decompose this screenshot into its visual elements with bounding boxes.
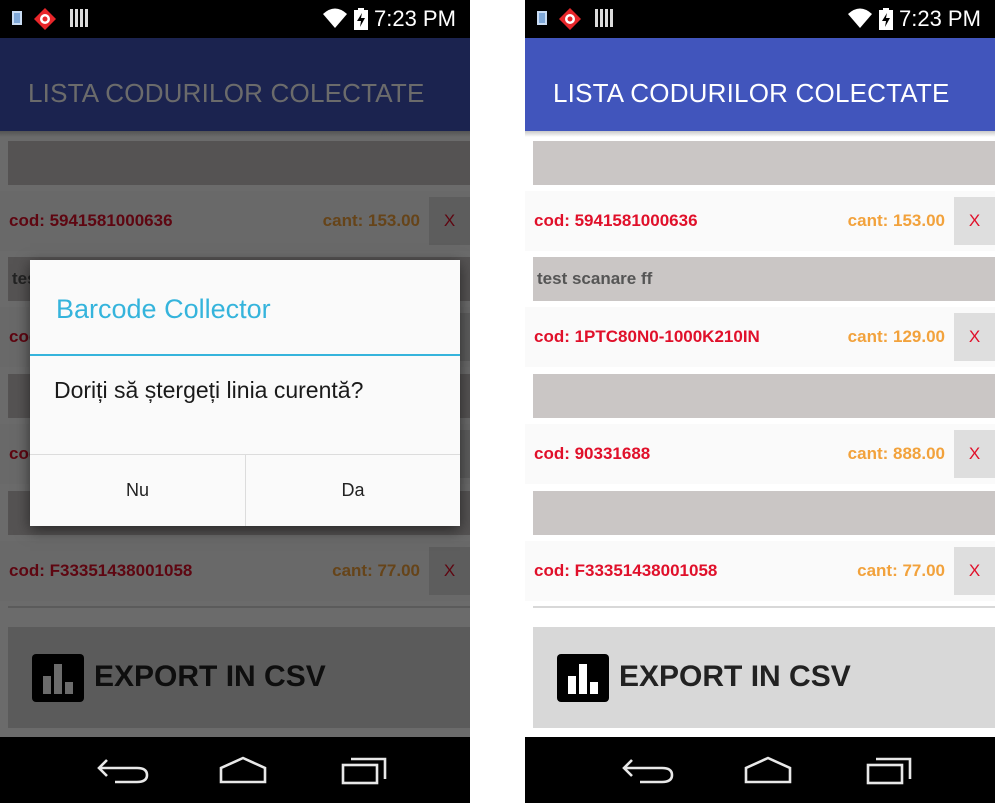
- list-item[interactable]: cod: F33351438001058 cant: 77.00 X: [525, 541, 995, 601]
- list-item[interactable]: cod: 5941581000636 cant: 153.00 X: [525, 191, 995, 251]
- item-quantity: cant: 153.00: [847, 211, 945, 230]
- app-bar: LISTA CODURILOR COLECTATE: [525, 38, 995, 131]
- clock: 7:23 PM: [374, 6, 456, 31]
- clock: 7:23 PM: [899, 6, 981, 31]
- recent-apps-icon[interactable]: [337, 755, 393, 785]
- home-icon[interactable]: [215, 755, 271, 785]
- item-code: cod: 1PTC80N0-1000K210IN: [534, 327, 760, 346]
- item-code: cod: 90331688: [534, 444, 651, 463]
- back-icon[interactable]: [95, 755, 151, 785]
- navigation-bar: [525, 737, 995, 803]
- item-quantity: cant: 77.00: [857, 561, 945, 580]
- home-icon[interactable]: [740, 755, 796, 785]
- wifi-icon: [848, 8, 872, 28]
- delete-item-button[interactable]: X: [954, 313, 995, 361]
- wifi-icon: [323, 8, 347, 28]
- app-notification-icon: [34, 8, 56, 30]
- dialog-title: Barcode Collector: [56, 294, 271, 324]
- list-item[interactable]: cod: 1PTC80N0-1000K210IN cant: 129.00 X: [525, 307, 995, 367]
- sim-icon: [537, 11, 547, 25]
- page-title: LISTA CODURILOR COLECTATE: [553, 78, 950, 108]
- sim-icon: [12, 11, 22, 25]
- app-bar-shadow: [525, 131, 995, 137]
- item-code: cod: F33351438001058: [534, 561, 718, 580]
- dialog-yes-button[interactable]: Da: [245, 455, 460, 526]
- export-csv-label: EXPORT IN CSV: [619, 660, 851, 693]
- export-csv-button[interactable]: EXPORT IN CSV: [533, 627, 995, 728]
- item-note[interactable]: [533, 374, 995, 418]
- item-quantity: cant: 888.00: [847, 444, 945, 463]
- barcode-notification-icon: [595, 9, 613, 27]
- status-bar: 7:23 PM: [0, 0, 470, 38]
- item-note-text: test scanare ff: [537, 269, 653, 288]
- navigation-bar: [0, 737, 470, 803]
- app-notification-icon: [559, 8, 581, 30]
- item-note[interactable]: [533, 141, 995, 185]
- item-note[interactable]: [533, 491, 995, 535]
- dialog-title-divider: [30, 354, 460, 356]
- phone-screen-dialog: 7:23 PM LISTA CODURILOR COLECTATE cod: 5…: [0, 0, 470, 803]
- delete-item-button[interactable]: X: [954, 547, 995, 595]
- recent-apps-icon[interactable]: [862, 755, 918, 785]
- item-quantity: cant: 129.00: [847, 327, 945, 346]
- item-code: cod: 5941581000636: [534, 211, 698, 230]
- list-divider: [533, 606, 995, 608]
- battery-charging-icon: [354, 8, 368, 30]
- dialog-message: Doriți să ștergeți linia curentă?: [54, 377, 364, 403]
- phone-screen-list: 7:23 PM LISTA CODURILOR COLECTATE cod: 5…: [525, 0, 995, 803]
- delete-item-button[interactable]: X: [954, 430, 995, 478]
- bar-chart-icon: [557, 654, 609, 702]
- status-bar: 7:23 PM: [525, 0, 995, 38]
- dialog-no-button[interactable]: Nu: [30, 455, 245, 526]
- list-item[interactable]: cod: 90331688 cant: 888.00 X: [525, 424, 995, 484]
- barcode-notification-icon: [70, 9, 88, 27]
- delete-item-button[interactable]: X: [954, 197, 995, 245]
- battery-charging-icon: [879, 8, 893, 30]
- confirm-delete-dialog: Barcode Collector Doriți să ștergeți lin…: [30, 260, 460, 526]
- back-icon[interactable]: [620, 755, 676, 785]
- item-note[interactable]: test scanare ff: [533, 257, 995, 301]
